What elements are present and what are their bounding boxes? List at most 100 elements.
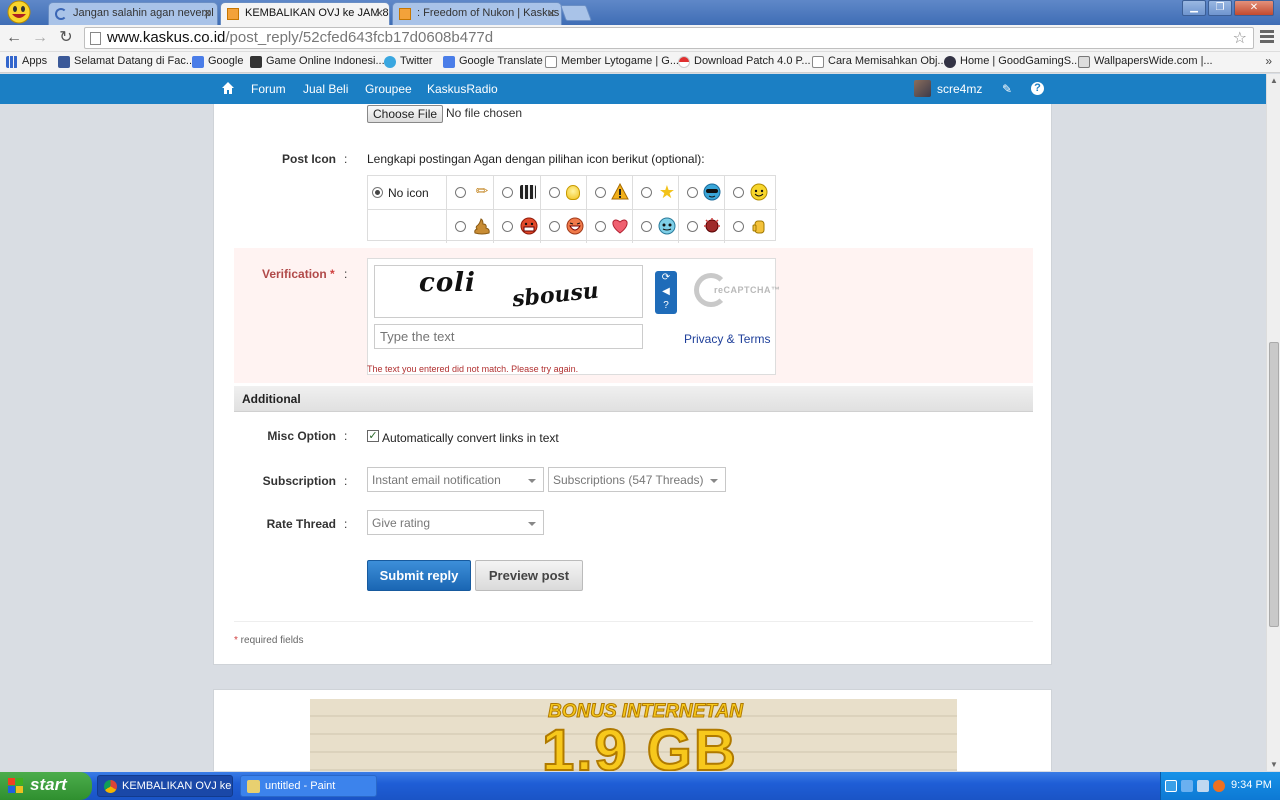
bookmark-cara-memisahkan[interactable]: Cara Memisahkan Obj... — [812, 55, 947, 68]
refresh-icon[interactable]: ⟳ — [655, 271, 677, 285]
icon-radio[interactable] — [595, 187, 606, 198]
icon-option-bomb[interactable] — [679, 210, 725, 243]
icon-radio[interactable] — [687, 221, 698, 232]
tab-close-icon[interactable]: ✕ — [375, 7, 384, 20]
tab-kembalikan-ovj[interactable]: KEMBALIKAN OVJ ke JAM 8 M ✕ — [220, 2, 390, 25]
new-tab-button[interactable] — [560, 5, 592, 21]
bookmark-facebook[interactable]: Selamat Datang di Fac... — [58, 55, 195, 68]
icon-option-cool[interactable] — [679, 176, 725, 209]
tray-collapse-icon[interactable] — [1165, 780, 1177, 792]
bookmark-google[interactable]: Google — [192, 55, 243, 68]
avatar[interactable] — [914, 80, 931, 97]
no-icon-option[interactable]: No icon — [368, 176, 447, 209]
icon-radio[interactable] — [733, 221, 744, 232]
icon-option-pencil[interactable]: ✏ — [447, 176, 494, 209]
chevron-down-icon — [528, 479, 536, 483]
icon-option-poop[interactable] — [447, 210, 494, 243]
bookmark-wallpaperswide[interactable]: WallpapersWide.com |... — [1078, 55, 1213, 68]
recaptcha-widget: coli sbousu ⟳ ◀ ? reCAPTCHA™ Privacy & T… — [367, 258, 780, 375]
chrome-menu-icon[interactable] — [1260, 30, 1274, 45]
scroll-down-arrow-icon[interactable]: ▼ — [1270, 760, 1278, 769]
icon-radio[interactable] — [455, 187, 466, 198]
taskbar-item-paint[interactable]: untitled - Paint — [240, 775, 377, 797]
minimize-button[interactable]: ▁ — [1182, 0, 1206, 16]
icon-radio[interactable] — [549, 221, 560, 232]
convert-links-label[interactable]: Automatically convert links in text — [382, 431, 559, 445]
vertical-scrollbar[interactable]: ▲ ▼ — [1266, 74, 1280, 771]
tray-app-icon[interactable] — [1213, 780, 1225, 792]
loading-spinner-icon — [55, 8, 67, 20]
kaskus-favicon-icon — [399, 8, 411, 20]
scrollbar-thumb[interactable] — [1269, 342, 1279, 627]
home-icon[interactable] — [221, 81, 235, 95]
captcha-input[interactable] — [374, 324, 643, 349]
help-icon[interactable]: ? — [655, 299, 677, 313]
preview-post-button[interactable]: Preview post — [475, 560, 583, 591]
pencil-icon[interactable]: ✎ — [999, 81, 1015, 97]
bookmark-google-translate[interactable]: Google Translate — [443, 55, 543, 68]
bookmark-goodgaming[interactable]: Home | GoodGamingS... — [944, 55, 1080, 68]
help-icon[interactable]: ? — [1031, 82, 1044, 95]
icon-radio[interactable] — [641, 187, 652, 198]
icon-radio[interactable] — [595, 221, 606, 232]
icon-option-laugh[interactable] — [541, 210, 587, 243]
bookmark-star-icon[interactable]: ☆ — [1233, 28, 1247, 48]
bookmark-twitter[interactable]: Twitter — [384, 55, 432, 68]
icon-option-star[interactable]: ★ — [633, 176, 679, 209]
rating-select[interactable]: Give rating — [367, 510, 544, 535]
reload-icon[interactable]: ↻ — [56, 28, 76, 48]
subscriptions-select[interactable]: Subscriptions (547 Threads) — [548, 467, 726, 492]
convert-links-checkbox[interactable]: ✓ — [367, 430, 379, 442]
icon-option-angry[interactable] — [494, 210, 541, 243]
tab-close-icon[interactable]: ✕ — [547, 7, 556, 20]
back-arrow-icon[interactable]: ← — [4, 28, 24, 48]
no-icon-radio[interactable] — [372, 187, 383, 198]
icon-radio[interactable] — [733, 187, 744, 198]
bookmark-game-online[interactable]: Game Online Indonesi... — [250, 55, 385, 68]
icon-radio[interactable] — [502, 221, 513, 232]
network-icon[interactable] — [1181, 780, 1193, 792]
tab-jangan-salahin[interactable]: Jangan salahin agan neverpl ✕ — [48, 2, 218, 25]
banner-amount: 1.9 GB — [541, 717, 738, 771]
nav-groupee[interactable]: Groupee — [365, 82, 412, 96]
nav-jual-beli[interactable]: Jual Beli — [303, 82, 348, 96]
email-notification-select[interactable]: Instant email notification — [367, 467, 544, 492]
icon-option-smile[interactable] — [725, 176, 777, 209]
bookmark-apps[interactable]: Apps — [6, 55, 47, 68]
icon-option-bulb[interactable] — [541, 176, 587, 209]
scroll-up-arrow-icon[interactable]: ▲ — [1270, 76, 1278, 85]
icon-option-cry[interactable] — [633, 210, 679, 243]
bookmarks-bar: Apps Selamat Datang di Fac... Google Gam… — [0, 52, 1280, 73]
username-link[interactable]: scre4mz — [937, 82, 982, 96]
icon-radio[interactable] — [687, 187, 698, 198]
tab-freedom-of-nukon[interactable]: : Freedom of Nukon | Kaskus ✕ — [392, 2, 562, 25]
icon-radio[interactable] — [641, 221, 652, 232]
icon-option-heart[interactable] — [587, 210, 633, 243]
icon-radio[interactable] — [549, 187, 560, 198]
icon-option-thumbs[interactable] — [725, 210, 777, 243]
forward-arrow-icon[interactable]: → — [30, 28, 50, 48]
ad-banner[interactable]: BONUS INTERNETAN 1.9 GB — [310, 699, 957, 771]
icon-radio[interactable] — [502, 187, 513, 198]
colon: : — [344, 152, 348, 166]
icon-radio[interactable] — [455, 221, 466, 232]
taskbar-item-chrome[interactable]: KEMBALIKAN OVJ ke ... — [97, 775, 233, 797]
nav-forum[interactable]: Forum — [251, 82, 286, 96]
privacy-terms-link[interactable]: Privacy & Terms — [684, 332, 770, 346]
tab-close-icon[interactable]: ✕ — [203, 7, 212, 20]
bookmarks-overflow-button[interactable]: » — [1265, 54, 1272, 68]
audio-icon[interactable]: ◀ — [655, 285, 677, 299]
address-bar[interactable]: www.kaskus.co.id/post_reply/52cfed643fcb… — [84, 27, 1254, 49]
nav-kaskusradio[interactable]: KaskusRadio — [427, 82, 498, 96]
colon: : — [344, 267, 348, 281]
choose-file-button[interactable]: Choose File — [367, 105, 444, 123]
volume-icon[interactable] — [1197, 780, 1209, 792]
bookmark-download-patch[interactable]: Download Patch 4.0 P... — [678, 55, 811, 68]
restore-button[interactable]: ❐ — [1208, 0, 1232, 16]
close-window-button[interactable]: ✕ — [1234, 0, 1274, 16]
icon-option-clapper[interactable] — [494, 176, 541, 209]
submit-reply-button[interactable]: Submit reply — [367, 560, 471, 591]
bookmark-member-lytogame[interactable]: Member Lytogame | G... — [545, 55, 679, 68]
start-button[interactable]: start — [0, 772, 92, 800]
icon-option-warning[interactable] — [587, 176, 633, 209]
